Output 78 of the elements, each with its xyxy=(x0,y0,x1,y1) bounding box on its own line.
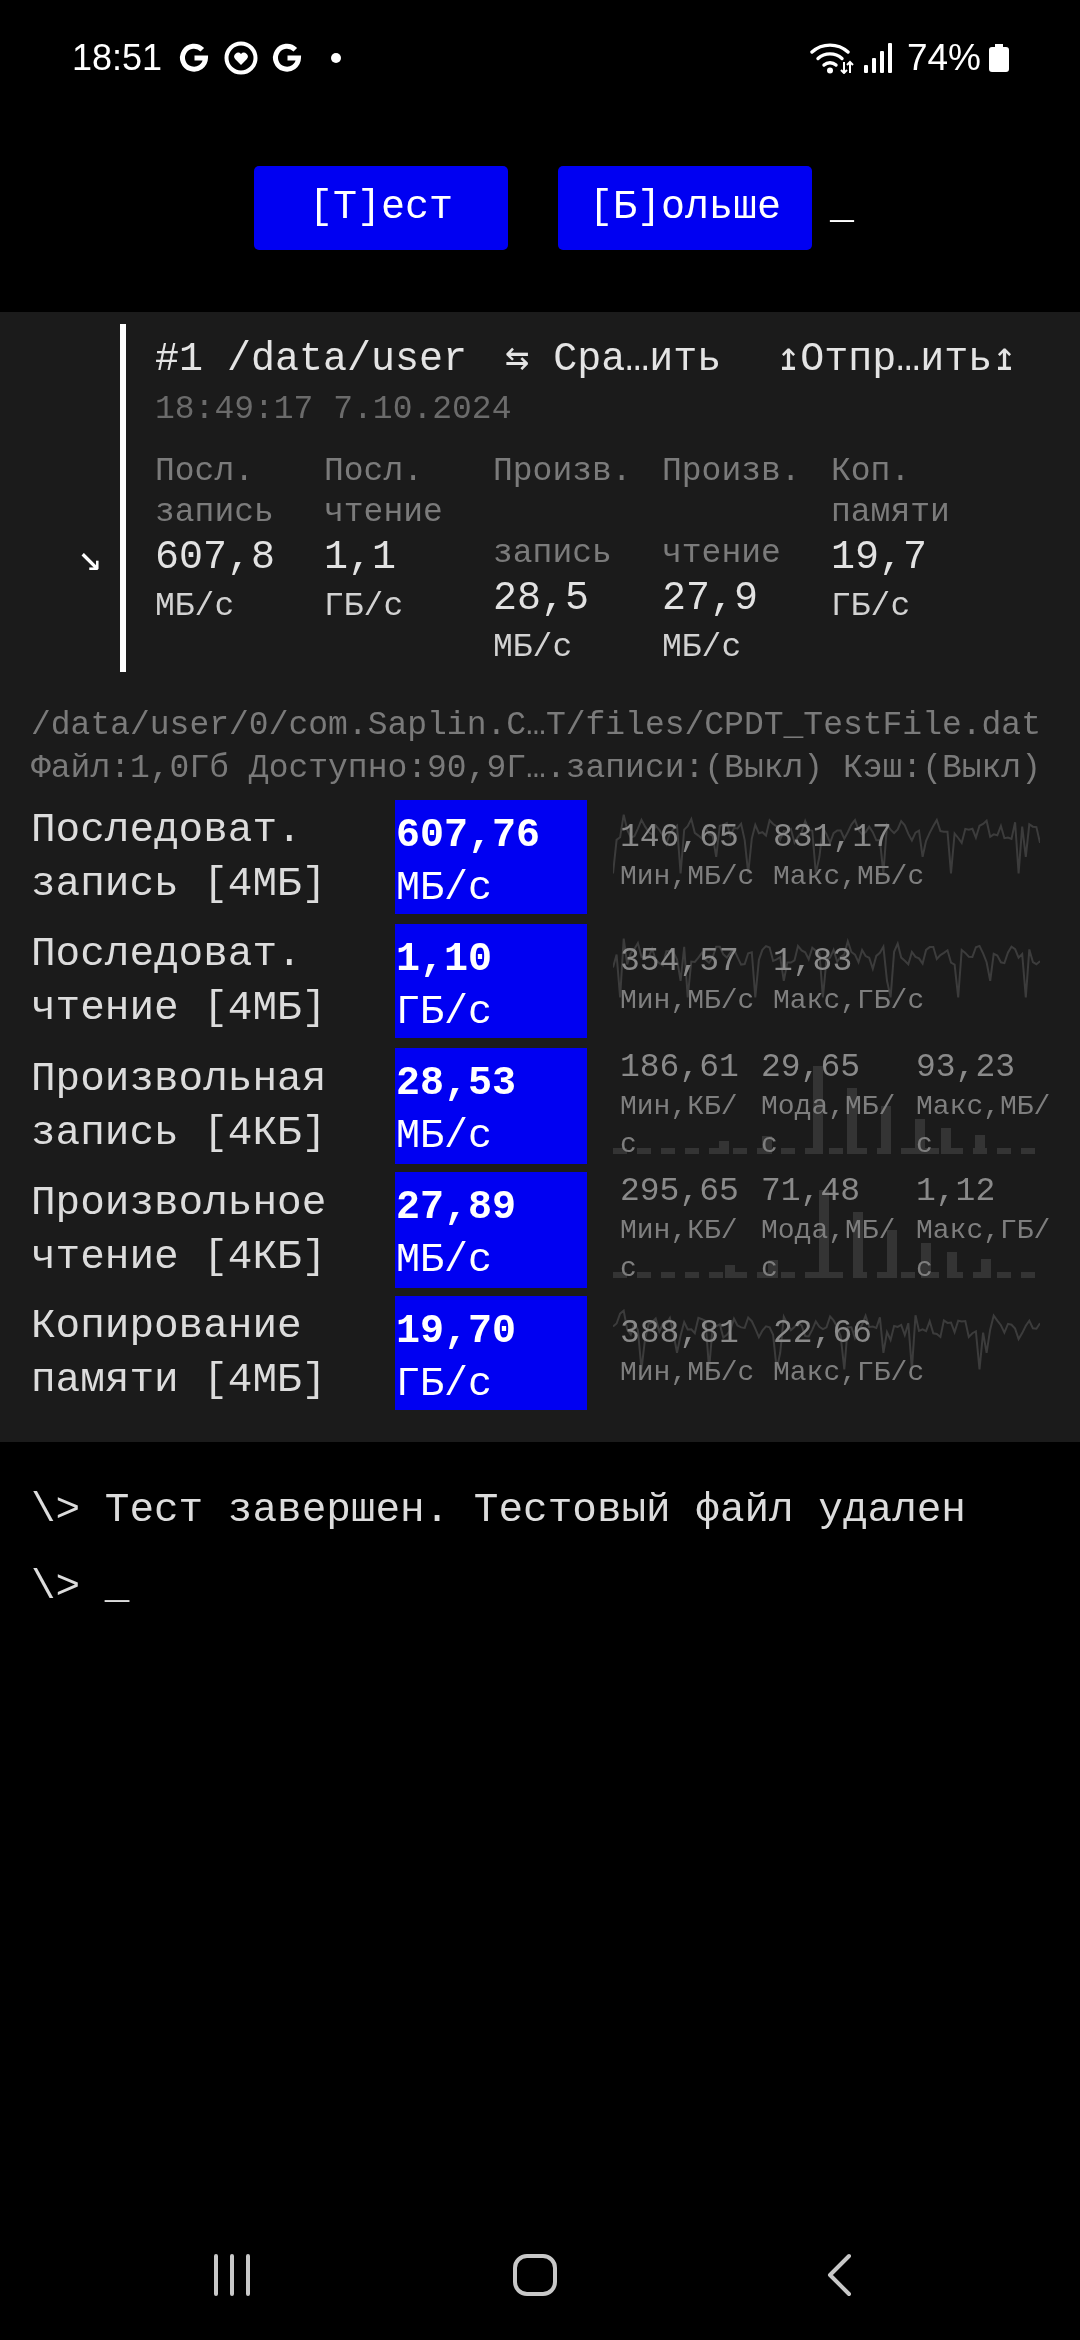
stat-value: 295,65 xyxy=(620,1172,739,1212)
result-unit: МБ/с xyxy=(396,865,492,913)
stat-value: 354,57 xyxy=(620,942,739,982)
stat-value: 93,23 xyxy=(916,1048,1016,1088)
stat-label: Мин,КБ/с xyxy=(620,1090,739,1162)
stat-value: 388,81 xyxy=(620,1314,739,1354)
stat-label: Макс,МБ/с xyxy=(916,1090,1052,1162)
column-label: Коп. памяти xyxy=(831,452,950,533)
g-logo-icon xyxy=(178,42,211,74)
history-timestamp: 18:49:17 7.10.2024 xyxy=(155,390,512,430)
stat-label: Мин,МБ/с xyxy=(620,1356,755,1390)
heart-ring-icon xyxy=(224,41,259,75)
column-unit: МБ/с xyxy=(662,628,742,668)
stat-label: Макс,ГБ/с xyxy=(773,984,925,1018)
column-label: Произв. чтение xyxy=(662,452,801,574)
status-time: 18:51 xyxy=(72,36,163,80)
result-unit: ГБ/с xyxy=(396,989,492,1037)
column-unit: ГБ/с xyxy=(324,587,404,627)
stat-label: Макс,ГБ/с xyxy=(773,1356,925,1390)
stat-label: Макс,МБ/с xyxy=(773,860,925,894)
result-value: 28,53 xyxy=(396,1060,517,1108)
result-unit: МБ/с xyxy=(396,1113,492,1161)
test-details: Файл:1,0Гб Доступно:90,9Г….записи:(Выкл) Кэш:(Выкл) xyxy=(31,749,1041,789)
console-line: \> Тест завершен. Тестовый файл удален xyxy=(31,1486,966,1535)
wifi-icon xyxy=(809,42,854,74)
g-logo-icon xyxy=(271,42,304,74)
result-value: 27,89 xyxy=(396,1184,517,1232)
column-value: 607,8 xyxy=(155,534,276,582)
recent-apps-icon[interactable] xyxy=(213,2254,251,2296)
stat-value: 22,66 xyxy=(773,1314,873,1354)
stat-value: 29,65 xyxy=(761,1048,861,1088)
result-label: Произвольная запись [4КБ] xyxy=(31,1055,328,1158)
stat-label: Макс,ГБ/с xyxy=(916,1214,1052,1286)
column-value: 27,9 xyxy=(662,575,758,623)
result-value: 607,76 xyxy=(396,812,541,860)
battery-icon xyxy=(989,44,1009,72)
column-label: Произв. запись xyxy=(493,452,632,574)
column-label: Посл. чтение xyxy=(324,452,443,533)
console-line: \> _ xyxy=(31,1563,130,1612)
share-link[interactable]: ↥Отпр…ить↥ xyxy=(776,334,1017,386)
stat-label: Мин,МБ/с xyxy=(620,984,755,1018)
file-path: /data/user/0/com.Saplin.C…T/files/CPDT_TestFile.dat xyxy=(31,706,1041,746)
notification-dot-icon xyxy=(331,53,342,63)
stat-value: 186,61 xyxy=(620,1048,739,1088)
history-title: #1 /data/user xyxy=(155,336,468,384)
result-unit: МБ/с xyxy=(396,1237,492,1285)
back-icon[interactable] xyxy=(826,2253,852,2297)
stat-value: 146,65 xyxy=(620,818,739,858)
toolbar-button[interactable]: [Б]ольше xyxy=(558,166,812,250)
signal-icon xyxy=(863,43,892,73)
result-value: 1,10 xyxy=(396,936,492,984)
result-label: Произвольное чтение [4КБ] xyxy=(31,1179,328,1282)
column-value: 1,1 xyxy=(324,534,396,582)
result-unit: ГБ/с xyxy=(396,1361,492,1409)
result-label: Последоват. запись [4МБ] xyxy=(31,806,328,909)
stat-label: Мода,МБ/с xyxy=(761,1090,897,1162)
result-label: Последоват. чтение [4МБ] xyxy=(31,930,328,1033)
toolbar-button[interactable]: [Т]ест xyxy=(254,166,508,250)
column-value: 19,7 xyxy=(831,534,927,582)
stat-label: Мин,МБ/с xyxy=(620,860,755,894)
column-value: 28,5 xyxy=(493,575,589,623)
column-unit: МБ/с xyxy=(155,587,235,627)
stat-value: 831,17 xyxy=(773,818,892,858)
result-value: 19,70 xyxy=(396,1308,517,1356)
arrow-toggle[interactable]: ↘ xyxy=(77,536,102,584)
stat-value: 71,48 xyxy=(761,1172,861,1212)
stat-value: 1,83 xyxy=(773,942,853,982)
compare-link[interactable]: ⇆ Сра…ить xyxy=(505,334,722,386)
stat-label: Мода,МБ/с xyxy=(761,1214,897,1286)
result-label: Копирование памяти [4МБ] xyxy=(31,1302,328,1405)
stat-value: 1,12 xyxy=(916,1172,996,1212)
home-icon[interactable] xyxy=(513,2254,557,2296)
text-cursor: _ xyxy=(830,184,854,232)
battery-percent: 74% xyxy=(906,36,981,80)
stat-label: Мин,КБ/с xyxy=(620,1214,739,1286)
column-unit: ГБ/с xyxy=(831,587,911,627)
column-label: Посл. запись xyxy=(155,452,274,533)
column-unit: МБ/с xyxy=(493,628,573,668)
